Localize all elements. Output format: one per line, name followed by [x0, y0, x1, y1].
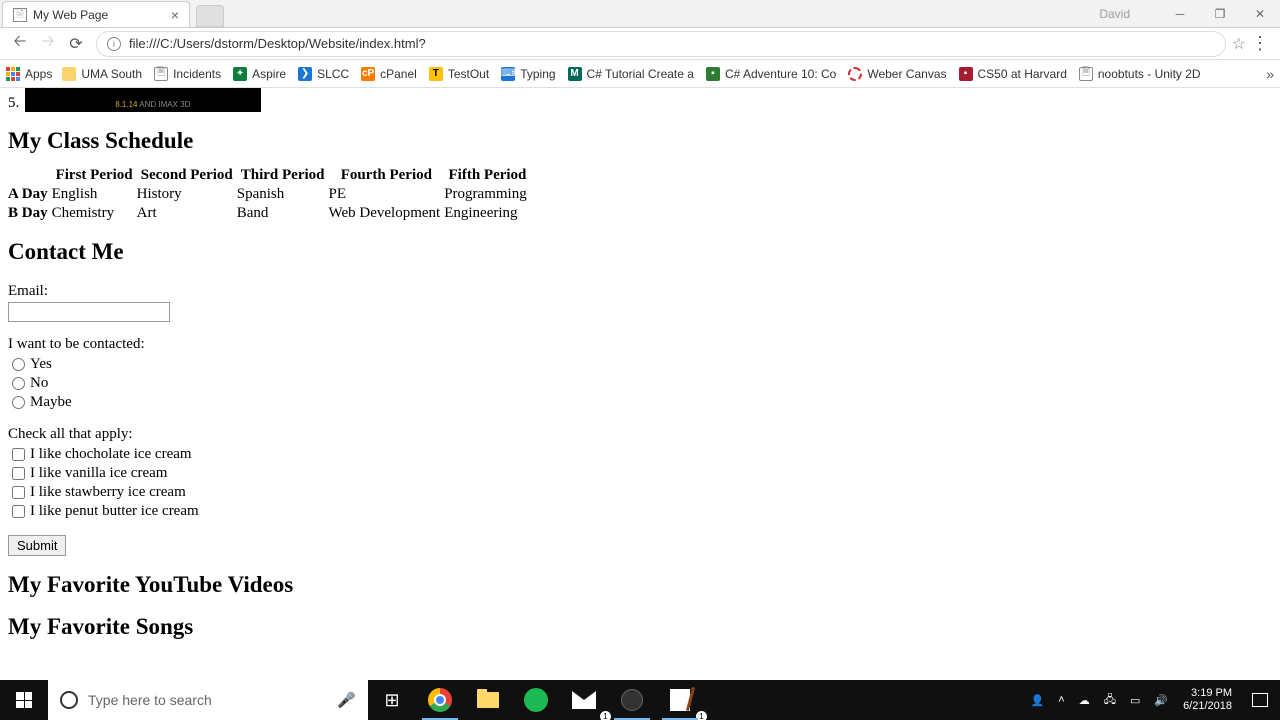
tray-volume-icon[interactable]: 🔊 — [1147, 694, 1175, 707]
bookmark-noobtuts[interactable]: 🗎noobtuts - Unity 2D — [1079, 67, 1201, 81]
tray-network-icon[interactable]: 🖧 — [1097, 691, 1123, 710]
mic-icon[interactable]: 🎤 — [337, 691, 356, 709]
tray-up-icon[interactable]: ˄ — [1051, 694, 1071, 706]
row-label: B Day — [8, 204, 52, 223]
col-header: Fifth Period — [444, 166, 531, 185]
forward-button[interactable]: 🡢 — [34, 30, 62, 58]
tab-title: My Web Page — [33, 8, 171, 22]
songs-heading: My Favorite Songs — [8, 614, 1272, 640]
col-header: Second Period — [137, 166, 237, 185]
back-button[interactable]: 🡠 — [6, 30, 34, 58]
mail-icon[interactable]: 1 — [560, 680, 608, 720]
system-tray: 👤 ˄ ☁ 🖧 ▭ 🔊 3:19 PM 6/21/2018 — [1024, 680, 1280, 720]
email-label: Email: — [8, 283, 1272, 300]
browser-tab[interactable]: 🗎 My Web Page × — [2, 1, 190, 27]
close-window-button[interactable]: ✕ — [1240, 1, 1280, 27]
task-view-button[interactable]: ⊞ — [368, 680, 416, 720]
bookmark-cs50[interactable]: ▪CS50 at Harvard — [959, 67, 1067, 81]
file-explorer-icon[interactable] — [464, 680, 512, 720]
page-icon: 🗎 — [13, 8, 27, 22]
contacted-label: I want to be contacted: — [8, 336, 1272, 353]
start-button[interactable] — [0, 680, 48, 720]
checkbox-vanilla[interactable] — [12, 467, 25, 480]
tray-onedrive-icon[interactable]: ☁ — [1072, 694, 1097, 707]
minimize-button[interactable]: ─ — [1160, 1, 1200, 27]
bookmark-csharp-tutorial[interactable]: MC# Tutorial Create a — [568, 67, 694, 81]
close-icon[interactable]: × — [171, 7, 179, 23]
chrome-taskbar-icon[interactable] — [416, 680, 464, 720]
bookmarks-bar: Apps UMA South 🗎Incidents ✦Aspire ❯SLCC … — [0, 60, 1280, 88]
col-header: Third Period — [237, 166, 329, 185]
col-header: Fourth Period — [329, 166, 445, 185]
bookmark-slcc[interactable]: ❯SLCC — [298, 67, 349, 81]
table-row: A Day English History Spanish PE Program… — [8, 185, 531, 204]
bookmark-aspire[interactable]: ✦Aspire — [233, 67, 286, 81]
schedule-heading: My Class Schedule — [8, 128, 1272, 154]
url-text: file:///C:/Users/dstorm/Desktop/Website/… — [129, 36, 426, 51]
obs-icon[interactable] — [608, 680, 656, 720]
notepad-icon[interactable]: 1 — [656, 680, 704, 720]
notification-center-icon[interactable] — [1240, 680, 1280, 720]
tray-people-icon[interactable]: 👤 — [1024, 694, 1052, 707]
radio-no[interactable] — [12, 377, 25, 390]
tab-bar: 🗎 My Web Page × David ─ ❐ ✕ — [0, 0, 1280, 28]
apps-grid-icon — [6, 67, 20, 81]
email-input[interactable] — [8, 302, 170, 322]
bookmarks-overflow-icon[interactable]: » — [1266, 66, 1274, 82]
tray-battery-icon[interactable]: ▭ — [1123, 694, 1147, 707]
submit-button[interactable]: Submit — [8, 535, 66, 556]
checkbox-strawberry[interactable] — [12, 486, 25, 499]
user-label[interactable]: David — [1099, 7, 1130, 21]
maximize-button[interactable]: ❐ — [1200, 1, 1240, 27]
bookmark-cpanel[interactable]: cPcPanel — [361, 67, 417, 81]
menu-button[interactable]: ⋮ — [1246, 33, 1274, 54]
address-bar: 🡠 🡢 ⟳ i file:///C:/Users/dstorm/Desktop/… — [0, 28, 1280, 60]
radio-maybe[interactable] — [12, 396, 25, 409]
movie-poster-image: 8.1.14 AND IMAX 3D — [25, 88, 261, 112]
radio-yes[interactable] — [12, 358, 25, 371]
videos-heading: My Favorite YouTube Videos — [8, 572, 1272, 598]
bookmark-uma-south[interactable]: UMA South — [62, 67, 142, 81]
taskbar-search[interactable]: Type here to search 🎤 — [48, 680, 368, 720]
table-row: B Day Chemistry Art Band Web Development… — [8, 204, 531, 223]
checkbox-peanut-butter[interactable] — [12, 505, 25, 518]
taskbar: Type here to search 🎤 ⊞ 1 1 👤 ˄ ☁ 🖧 ▭ 🔊 … — [0, 680, 1280, 720]
bookmark-star-icon[interactable]: ☆ — [1232, 34, 1246, 54]
checkbox-chocolate[interactable] — [12, 448, 25, 461]
tray-clock[interactable]: 3:19 PM 6/21/2018 — [1175, 687, 1240, 713]
bookmark-typing[interactable]: ⌨Typing — [501, 67, 555, 81]
info-icon[interactable]: i — [107, 37, 121, 51]
apps-button[interactable]: Apps — [6, 67, 52, 81]
windows-icon — [16, 692, 32, 708]
url-field[interactable]: i file:///C:/Users/dstorm/Desktop/Websit… — [96, 31, 1226, 57]
list-number: 5. — [8, 95, 19, 112]
row-label: A Day — [8, 185, 52, 204]
schedule-table: First Period Second Period Third Period … — [8, 166, 531, 223]
col-header: First Period — [52, 166, 137, 185]
new-tab-button[interactable] — [196, 5, 224, 27]
spotify-icon[interactable] — [512, 680, 560, 720]
checkbox-group-label: Check all that apply: — [8, 426, 1272, 443]
bookmark-weber-canvas[interactable]: Weber Canvas — [848, 67, 946, 81]
bookmark-testout[interactable]: TTestOut — [429, 67, 489, 81]
bookmark-csharp-adventure[interactable]: ▪C# Adventure 10: Co — [706, 67, 836, 81]
cortana-icon — [60, 691, 78, 709]
bookmark-incidents[interactable]: 🗎Incidents — [154, 67, 221, 81]
table-header-row: First Period Second Period Third Period … — [8, 166, 531, 185]
page-content: 5. 8.1.14 AND IMAX 3D My Class Schedule … — [0, 88, 1280, 686]
contact-heading: Contact Me — [8, 239, 1272, 265]
reload-button[interactable]: ⟳ — [62, 30, 90, 58]
